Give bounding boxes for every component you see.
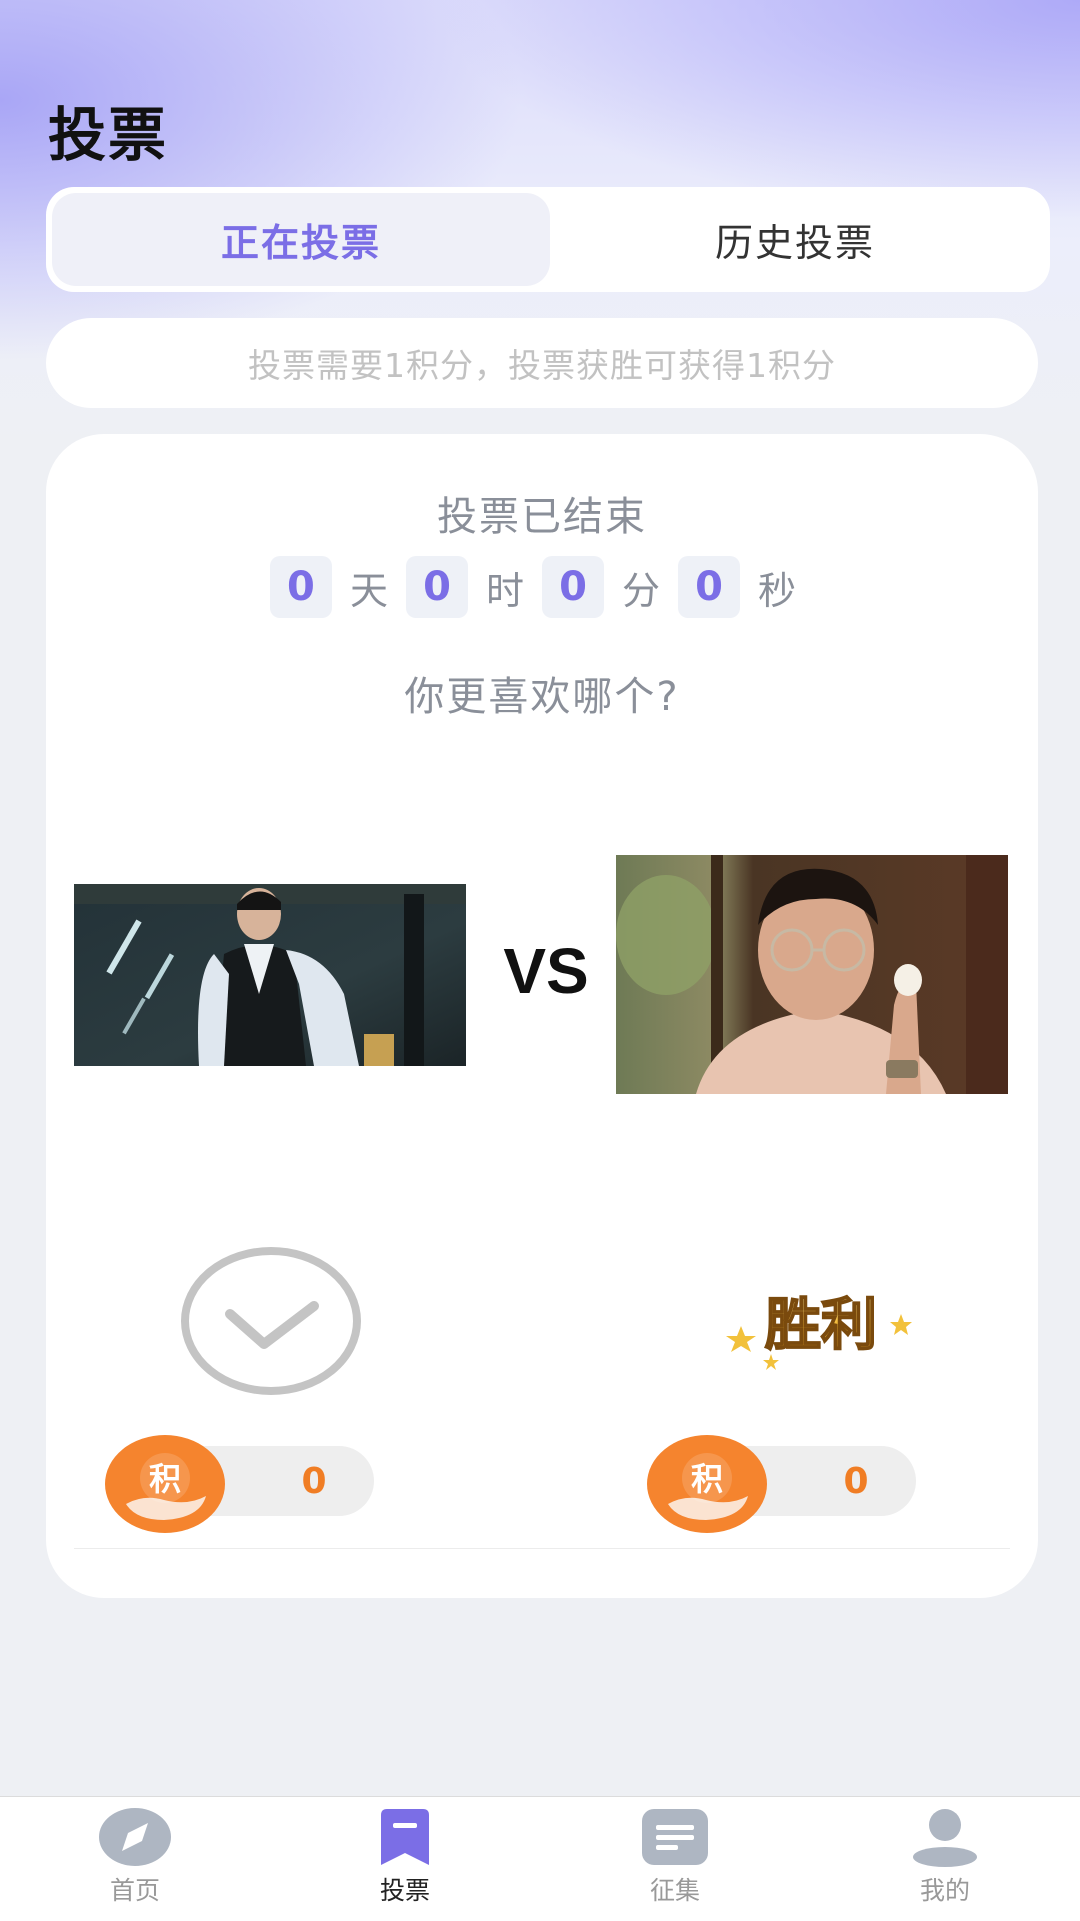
countdown-seconds-unit: 秒 xyxy=(758,568,797,613)
tabbar-item-collect[interactable]: 征集 xyxy=(605,1807,745,1917)
card-divider xyxy=(74,1548,1010,1549)
vote-icon xyxy=(381,1809,429,1865)
check-circle-icon[interactable] xyxy=(180,1246,362,1396)
tabbar-label-collect: 征集 xyxy=(649,1876,700,1905)
points-coin-icon: 积 xyxy=(105,1435,225,1533)
tabbar-item-mine[interactable]: 我的 xyxy=(875,1807,1015,1917)
bottom-tab-bar: 首页 投票 征集 我的 xyxy=(0,1796,1080,1921)
compass-icon xyxy=(99,1808,171,1866)
tabbar-item-vote[interactable]: 投票 xyxy=(335,1807,475,1917)
coin-right-char: 积 xyxy=(691,1460,723,1498)
tabbar-item-home[interactable]: 首页 xyxy=(65,1807,205,1917)
option-right-image[interactable] xyxy=(616,855,1008,1094)
option-left-points: 积 0 xyxy=(104,1434,374,1534)
option-left-points-count: 0 xyxy=(301,1460,327,1502)
victory-badge-icon: 胜利 xyxy=(726,1292,912,1370)
tab-current-vote[interactable]: 正在投票 xyxy=(52,193,550,286)
countdown-days-unit: 天 xyxy=(349,568,388,613)
countdown-minutes-unit: 分 xyxy=(622,568,661,613)
vote-tabs: 正在投票 历史投票 xyxy=(46,187,1050,292)
vote-status: 投票已结束 xyxy=(437,494,647,540)
option-right-points-count: 0 xyxy=(843,1460,869,1502)
countdown-minutes: 0 xyxy=(542,556,604,618)
coin-left-char: 积 xyxy=(149,1460,181,1498)
tab-history-vote[interactable]: 历史投票 xyxy=(546,193,1044,286)
tabbar-label-vote: 投票 xyxy=(379,1876,430,1905)
option-left-image[interactable] xyxy=(74,884,466,1066)
option-left-photo xyxy=(74,884,466,1066)
tabbar-label-mine: 我的 xyxy=(919,1876,970,1905)
option-right-photo xyxy=(616,855,1008,1094)
countdown-hours-unit: 时 xyxy=(485,568,524,613)
victory-badge-text: 胜利 xyxy=(765,1293,877,1358)
vote-question: 你更喜欢哪个? xyxy=(404,674,680,720)
vote-card: 投票已结束 0 天 0 时 0 分 0 秒 你更喜欢哪个? VS 胜利 积 0 … xyxy=(46,434,1038,1598)
tabbar-label-home: 首页 xyxy=(109,1876,160,1905)
countdown-seconds: 0 xyxy=(678,556,741,618)
countdown-hours: 0 xyxy=(405,556,468,618)
points-coin-icon: 积 xyxy=(647,1435,767,1533)
page-title: 投票 xyxy=(48,101,169,169)
document-icon xyxy=(642,1809,708,1865)
countdown-days: 0 xyxy=(269,556,332,618)
profile-icon xyxy=(913,1809,977,1867)
vs-label: VS xyxy=(503,935,589,1007)
points-notice: 投票需要1积分，投票获胜可获得1积分 xyxy=(46,318,1038,408)
countdown: 0 天 0 时 0 分 0 秒 xyxy=(46,556,1038,618)
option-right-points: 积 0 xyxy=(646,1434,916,1534)
